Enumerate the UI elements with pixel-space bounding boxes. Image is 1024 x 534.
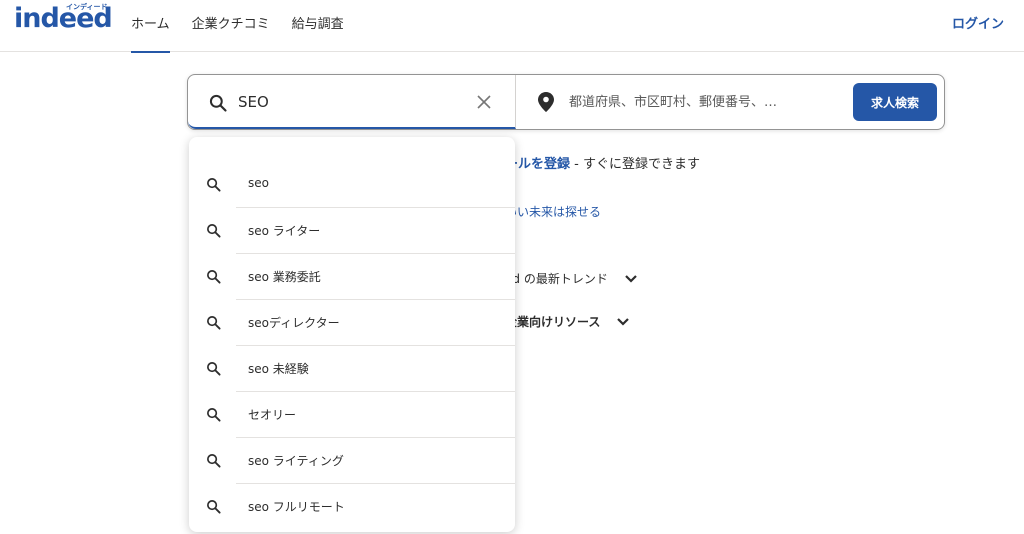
chevron-down-icon bbox=[625, 274, 637, 283]
suggestion-label: seo ライティング bbox=[248, 454, 344, 468]
suggestion-item[interactable]: セオリー bbox=[189, 392, 515, 438]
search-icon bbox=[207, 178, 221, 192]
logo-text: indeed bbox=[14, 3, 113, 34]
clear-icon[interactable] bbox=[476, 94, 492, 110]
location-pin-icon bbox=[538, 92, 554, 112]
employer-resources-toggle[interactable]: 企業向けリソース bbox=[505, 313, 630, 330]
search-icon bbox=[207, 316, 221, 330]
search-icon bbox=[207, 408, 221, 422]
suggestion-label: seo 未経験 bbox=[248, 362, 309, 376]
suggestion-item[interactable]: seo bbox=[189, 162, 515, 208]
job-alert-text: - すぐに登録できます bbox=[570, 157, 700, 172]
find-jobs-button[interactable]: 求人検索 bbox=[853, 83, 937, 121]
what-input[interactable] bbox=[238, 90, 468, 114]
main-nav: ホーム 企業クチコミ 給与調査 bbox=[131, 0, 366, 53]
job-search-bar: 求人検索 bbox=[187, 74, 945, 130]
suggestion-label: seo フルリモート bbox=[248, 500, 345, 514]
suggestion-label: seo bbox=[248, 176, 269, 190]
nav-home[interactable]: ホーム bbox=[131, 0, 170, 53]
autocomplete-dropdown: seo seo ライター seo 業務委託 seoディレクター seo 未経験 … bbox=[189, 137, 515, 532]
suggestion-item[interactable]: seo フルリモート bbox=[189, 484, 515, 530]
search-icon bbox=[207, 454, 221, 468]
future-link[interactable]: いい未来は探せる bbox=[505, 203, 601, 220]
where-input[interactable] bbox=[569, 90, 839, 114]
employer-resources-label: 企業向けリソース bbox=[505, 315, 601, 329]
suggestion-item[interactable]: seoディレクター bbox=[189, 300, 515, 346]
suggestion-label: seo ライター bbox=[248, 224, 321, 238]
suggestion-label: seo 業務委託 bbox=[248, 270, 321, 284]
nav-salary-search[interactable]: 給与調査 bbox=[292, 0, 344, 52]
search-icon bbox=[207, 500, 221, 514]
suggestion-item[interactable]: seo 未経験 bbox=[189, 346, 515, 392]
suggestion-item[interactable]: seo ライティング bbox=[189, 438, 515, 484]
indeed-logo[interactable]: インディード indeed bbox=[14, 2, 113, 36]
search-icon bbox=[209, 94, 227, 112]
trends-toggle[interactable]: ed の最新トレンド bbox=[505, 270, 638, 287]
login-link[interactable]: ログイン bbox=[952, 0, 1004, 50]
trends-label: ed の最新トレンド bbox=[505, 272, 608, 286]
chevron-down-icon bbox=[617, 317, 630, 326]
what-field bbox=[188, 75, 516, 129]
suggestion-item[interactable]: seo ライター bbox=[189, 208, 515, 254]
where-field bbox=[517, 75, 847, 129]
nav-company-reviews[interactable]: 企業クチコミ bbox=[192, 0, 270, 52]
suggestion-item[interactable]: seo 業務委託 bbox=[189, 254, 515, 300]
suggestion-label: セオリー bbox=[248, 408, 297, 422]
site-header: インディード indeed ホーム 企業クチコミ 給与調査 ログイン bbox=[0, 0, 1024, 53]
search-icon bbox=[207, 270, 221, 284]
search-icon bbox=[207, 362, 221, 376]
suggestion-label: seoディレクター bbox=[248, 316, 340, 330]
job-alert-line: ールを登録 - すぐに登録できます bbox=[505, 153, 700, 172]
search-icon bbox=[207, 224, 221, 238]
